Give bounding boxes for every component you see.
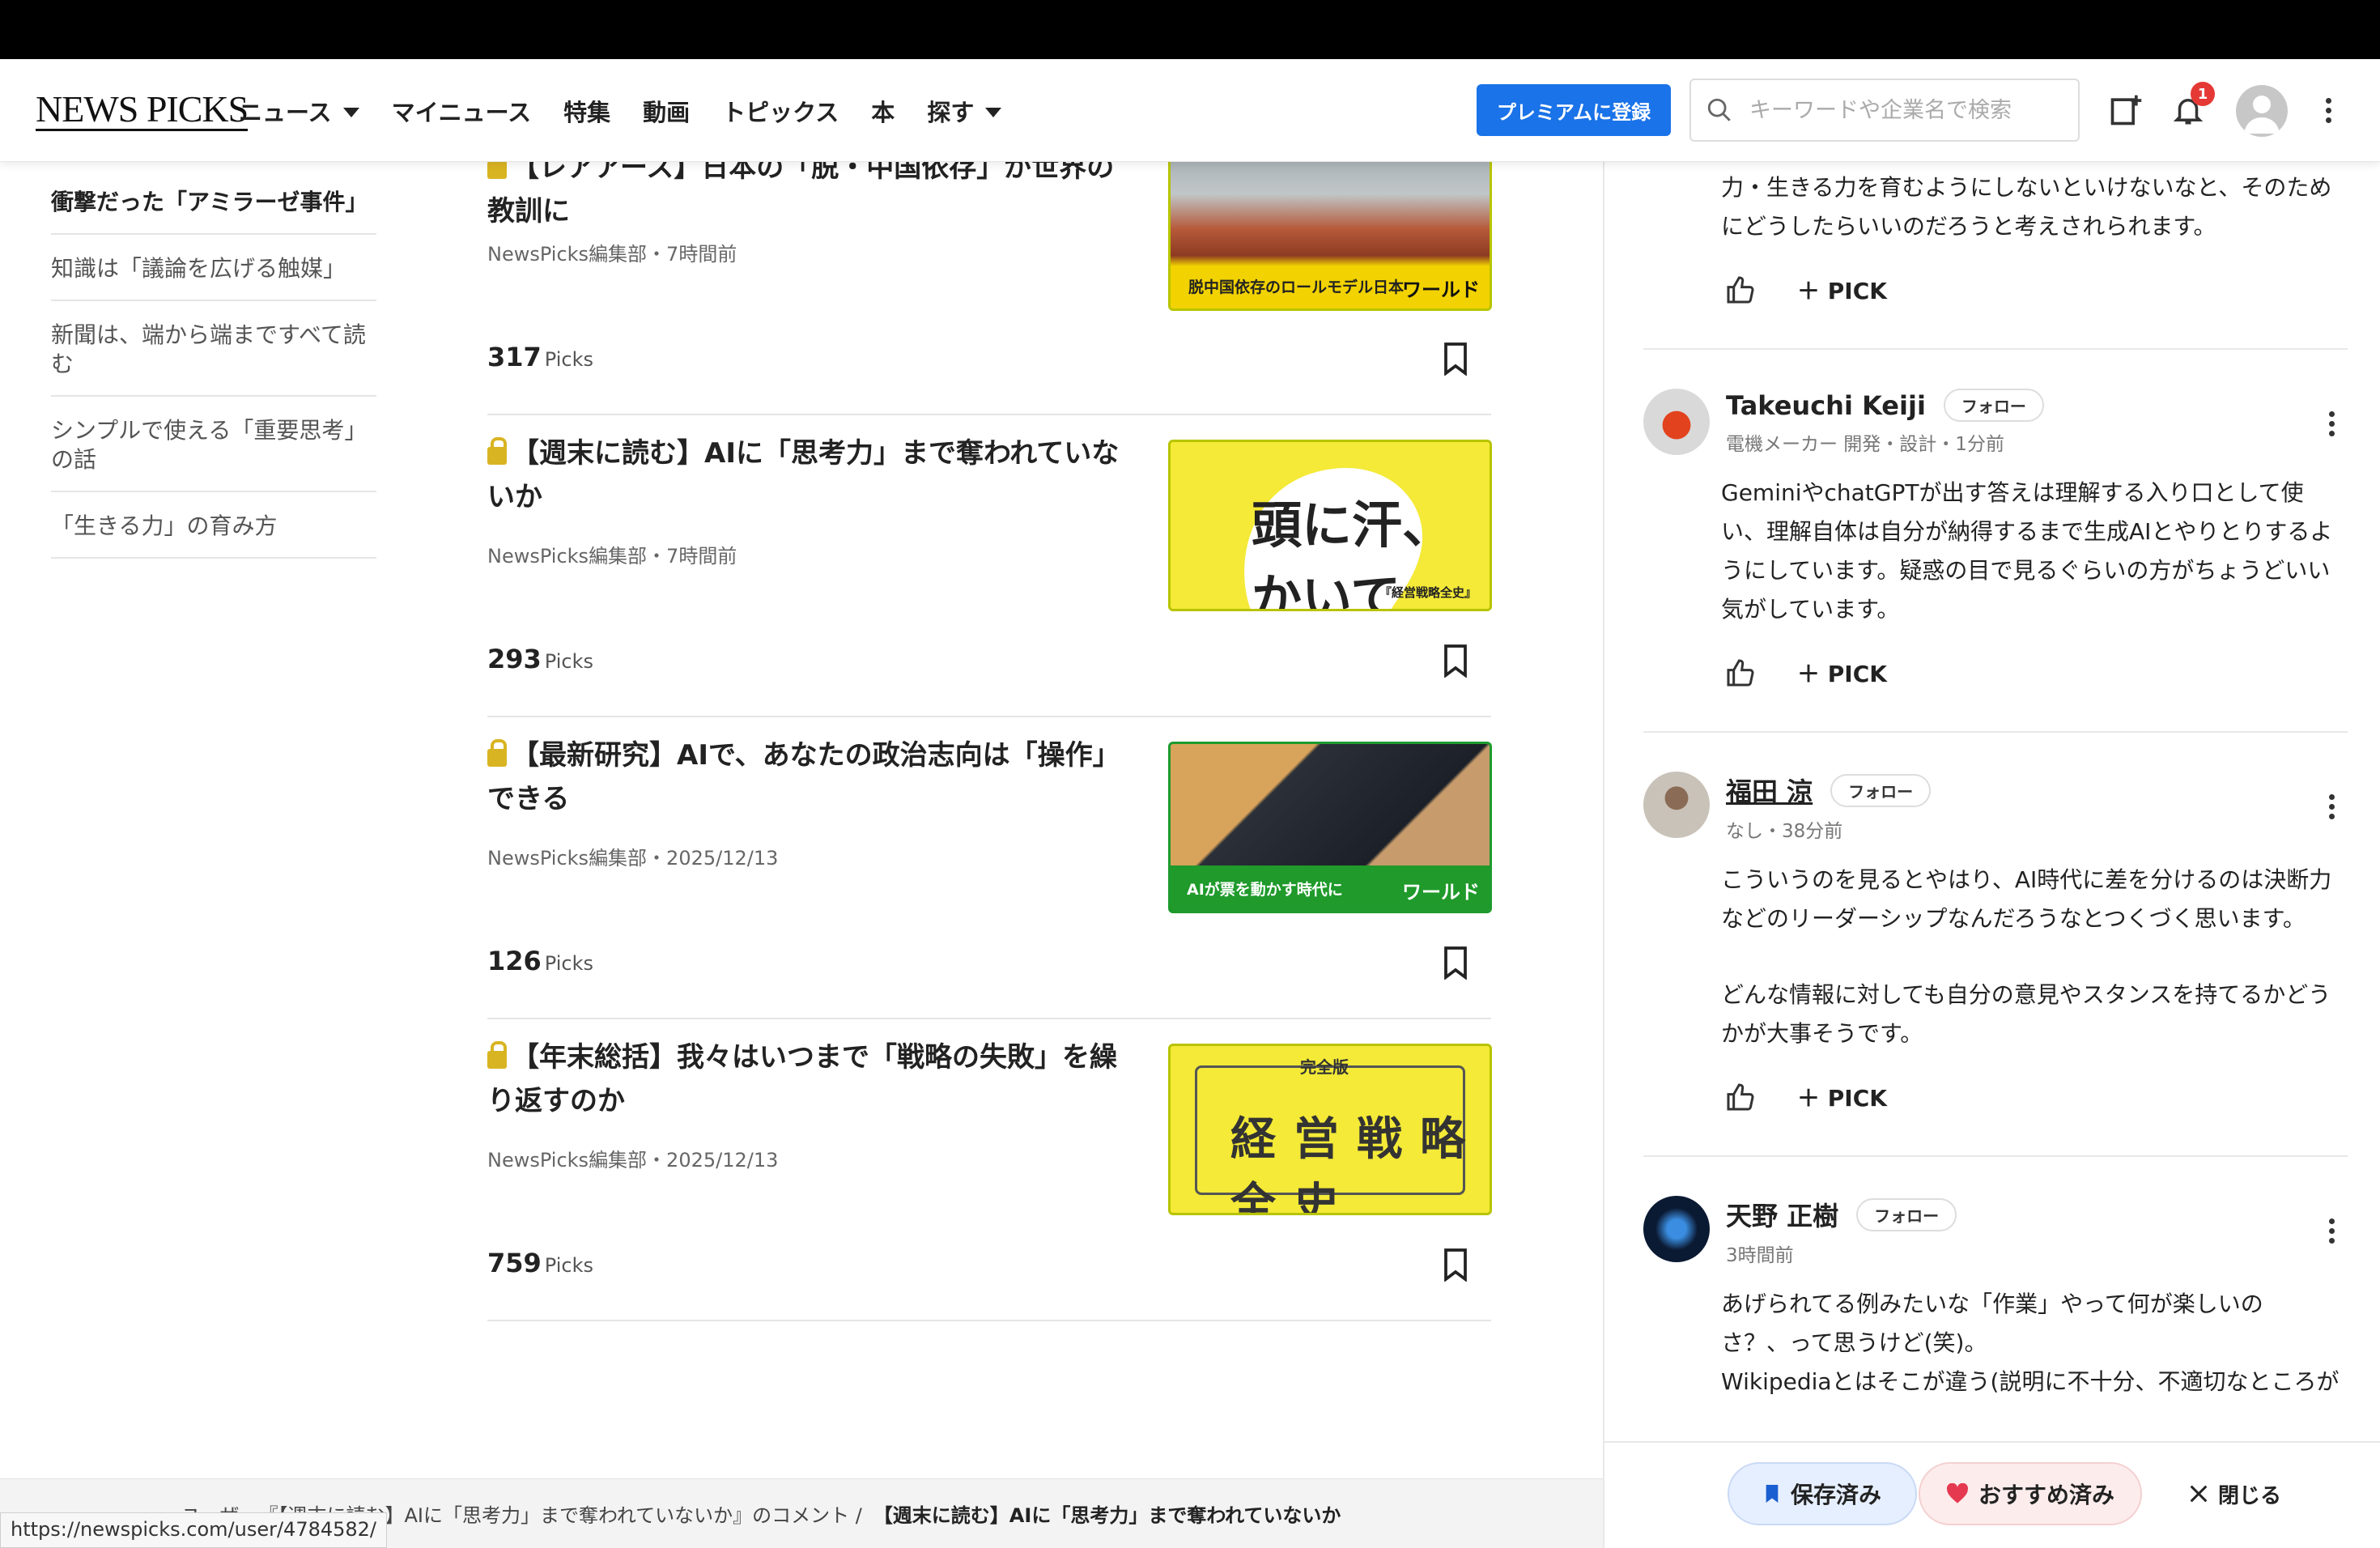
like-icon[interactable] bbox=[1724, 274, 1757, 306]
index-item[interactable]: 知識は「議論を広げる触媒」 bbox=[51, 235, 376, 301]
user-avatar[interactable] bbox=[2236, 85, 2288, 137]
commenter-name[interactable]: Takeuchi Keiji bbox=[1726, 390, 1926, 421]
comments-panel: 力・生きる力を育むようにしないといけないなと、そのためにどうしたらいいのだろうと… bbox=[1643, 162, 2348, 1401]
article-picks: 759 Picks bbox=[487, 1248, 594, 1278]
comment-header: Takeuchi Keiji フォロー 電機メーカー 開発・設計・1分前 bbox=[1643, 389, 2348, 456]
comment-menu-icon[interactable] bbox=[2315, 411, 2348, 436]
article-picks: 317 Picks bbox=[487, 342, 594, 372]
article-meta: NewsPicks編集部・7時間前 bbox=[487, 545, 737, 568]
heart-icon bbox=[1947, 1483, 1968, 1503]
commenter-meta: 電機メーカー 開発・設計・1分前 bbox=[1726, 434, 2004, 455]
bookmark-icon[interactable] bbox=[1441, 342, 1470, 376]
follow-button[interactable]: フォロー bbox=[1830, 773, 1932, 807]
bookmark-icon[interactable] bbox=[1441, 946, 1470, 980]
like-icon[interactable] bbox=[1724, 657, 1757, 689]
commenter-avatar[interactable] bbox=[1643, 389, 1710, 455]
panel-divider bbox=[1603, 162, 1604, 1548]
comment-actions: ＋ PICK bbox=[1724, 1081, 2348, 1113]
status-url-tooltip: https://newspicks.com/user/4784582/ bbox=[0, 1512, 388, 1548]
comment-menu-icon[interactable] bbox=[2315, 1218, 2348, 1244]
nav-features[interactable]: 特集 bbox=[563, 94, 610, 128]
article-thumbnail[interactable]: AIが票を動かす時代に ワールド bbox=[1168, 742, 1492, 913]
comment-actions: ＋ PICK bbox=[1724, 657, 2348, 689]
chevron-down-icon bbox=[985, 108, 1002, 117]
chevron-down-icon bbox=[342, 108, 359, 117]
saved-button[interactable]: 保存済み bbox=[1728, 1462, 1917, 1525]
article-item[interactable]: 【年末総括】我々はいつまで「戦略の失敗」を繰り返すのか NewsPicks編集部… bbox=[487, 1019, 1492, 1321]
comment-separator bbox=[1643, 1155, 2348, 1157]
article-thumbnail[interactable]: 完全版 経営戦略全史 bbox=[1168, 1044, 1492, 1215]
recommended-button[interactable]: おすすめ済み bbox=[1919, 1462, 2142, 1525]
close-icon bbox=[2190, 1485, 2208, 1503]
lock-icon bbox=[487, 151, 507, 179]
follow-button[interactable]: フォロー bbox=[1943, 389, 2044, 422]
article-item[interactable]: 【週末に読む】AIに「思考力」まで奪われていないか NewsPicks編集部・7… bbox=[487, 415, 1492, 717]
comment-menu-icon[interactable] bbox=[2315, 794, 2348, 819]
bookmark-icon[interactable] bbox=[1441, 644, 1470, 678]
comment-header: 福田 涼 フォロー なし・38分前 bbox=[1643, 772, 2348, 843]
main-nav: ニュース マイニュース 特集 動画 トピックス 本 探す bbox=[239, 94, 1034, 128]
comment-header: 天野 正樹 フォロー 3時間前 bbox=[1643, 1196, 2348, 1267]
article-title[interactable]: 【最新研究】AIで、あなたの政治志向は「操作」できる bbox=[487, 734, 1135, 821]
article-picks: 293 Picks bbox=[487, 644, 594, 674]
index-item[interactable]: 衝撃だった「アミラーゼ事件」 bbox=[51, 162, 376, 235]
nav-books[interactable]: 本 bbox=[871, 94, 895, 128]
commenter-meta: 3時間前 bbox=[1726, 1245, 1794, 1266]
article-picks: 126 Picks bbox=[487, 946, 594, 976]
comment-action-bar: 保存済み おすすめ済み 閉じる bbox=[1604, 1441, 2380, 1548]
premium-register-button[interactable]: プレミアムに登録 bbox=[1477, 84, 1671, 136]
commenter-name[interactable]: 福田 涼 bbox=[1726, 772, 1813, 809]
commenter-meta: なし・38分前 bbox=[1726, 821, 1843, 842]
comment-text: こういうのを見るとやはり、AI時代に差を分けるのは決断力などのリーダーシップなん… bbox=[1721, 866, 2332, 1047]
browser-top-bar bbox=[0, 0, 2380, 59]
comment-separator bbox=[1643, 731, 2348, 733]
breadcrumb-current: 【週末に読む】AIに「思考力」まで奪われていないか bbox=[873, 1504, 1341, 1527]
close-button[interactable]: 閉じる bbox=[2187, 1462, 2281, 1525]
lock-icon bbox=[487, 1041, 507, 1069]
article-meta: NewsPicks編集部・2025/12/13 bbox=[487, 847, 779, 870]
nav-video[interactable]: 動画 bbox=[643, 94, 690, 128]
article-item[interactable]: 【レアアース】日本の「脱・中国依存」が世界の教訓に NewsPicks編集部・7… bbox=[487, 130, 1492, 415]
comment-actions: ＋ PICK bbox=[1724, 274, 2348, 306]
lock-icon bbox=[487, 739, 507, 767]
pick-button[interactable]: ＋ PICK bbox=[1797, 1081, 1887, 1113]
new-post-icon[interactable] bbox=[2108, 91, 2144, 129]
nav-my-news[interactable]: マイニュース bbox=[392, 94, 532, 128]
comment-text: 力・生きる力を育むようにしないといけないなと、そのためにどうしたらいいのだろうと… bbox=[1721, 174, 2332, 240]
article-item[interactable]: 【最新研究】AIで、あなたの政治志向は「操作」できる NewsPicks編集部・… bbox=[487, 717, 1492, 1019]
commenter-name[interactable]: 天野 正樹 bbox=[1726, 1196, 1838, 1233]
pick-button[interactable]: ＋ PICK bbox=[1797, 657, 1887, 689]
article-title[interactable]: 【週末に読む】AIに「思考力」まで奪われていないか bbox=[487, 432, 1135, 519]
search-input[interactable] bbox=[1749, 97, 2057, 123]
comment-text: GeminiやchatGPTが出す答えは理解する入り口として使い、理解自体は自分… bbox=[1721, 479, 2333, 623]
bookmark-icon[interactable] bbox=[1441, 1248, 1470, 1282]
index-item[interactable]: 「生きる力」の育み方 bbox=[51, 492, 376, 559]
bookmark-filled-icon bbox=[1766, 1485, 1779, 1503]
article-meta: NewsPicks編集部・7時間前 bbox=[487, 243, 737, 266]
commenter-avatar[interactable] bbox=[1643, 1196, 1710, 1262]
comment-text: あげられてる例みたいな「作業」やって何が楽しいのさ？、って思うけど(笑)。 Wi… bbox=[1721, 1291, 2340, 1395]
index-item[interactable]: 新聞は、端から端まですべて読む bbox=[51, 301, 376, 397]
notification-badge: 1 bbox=[2191, 82, 2215, 106]
article-thumbnail[interactable]: 頭に汗、かいてる？ 『経営戦略全史』 bbox=[1168, 440, 1492, 611]
comment-separator bbox=[1643, 348, 2348, 350]
article-index: 衝撃だった「アミラーゼ事件」 知識は「議論を広げる触媒」 新聞は、端から端まです… bbox=[51, 162, 376, 559]
pick-button[interactable]: ＋ PICK bbox=[1797, 274, 1887, 306]
search-box[interactable] bbox=[1689, 79, 2080, 142]
nav-news[interactable]: ニュース bbox=[239, 94, 359, 128]
more-menu-icon[interactable] bbox=[2312, 98, 2344, 123]
index-item[interactable]: シンプルで使える「重要思考」の話 bbox=[51, 397, 376, 492]
nav-topics[interactable]: トピックス bbox=[722, 94, 839, 128]
article-title[interactable]: 【年末総括】我々はいつまで「戦略の失敗」を繰り返すのか bbox=[487, 1036, 1135, 1123]
commenter-avatar[interactable] bbox=[1643, 772, 1710, 838]
article-meta: NewsPicks編集部・2025/12/13 bbox=[487, 1149, 779, 1172]
follow-button[interactable]: フォロー bbox=[1856, 1197, 1957, 1231]
newspicks-logo[interactable]: NEWS PICKS bbox=[36, 91, 249, 131]
lock-icon bbox=[487, 437, 507, 465]
nav-explore[interactable]: 探す bbox=[927, 94, 1002, 128]
related-articles: 【レアアース】日本の「脱・中国依存」が世界の教訓に NewsPicks編集部・7… bbox=[487, 130, 1492, 1321]
like-icon[interactable] bbox=[1724, 1081, 1757, 1113]
site-header: NEWS PICKS ニュース マイニュース 特集 動画 トピックス 本 探す … bbox=[0, 59, 2380, 162]
search-icon bbox=[1707, 98, 1731, 121]
